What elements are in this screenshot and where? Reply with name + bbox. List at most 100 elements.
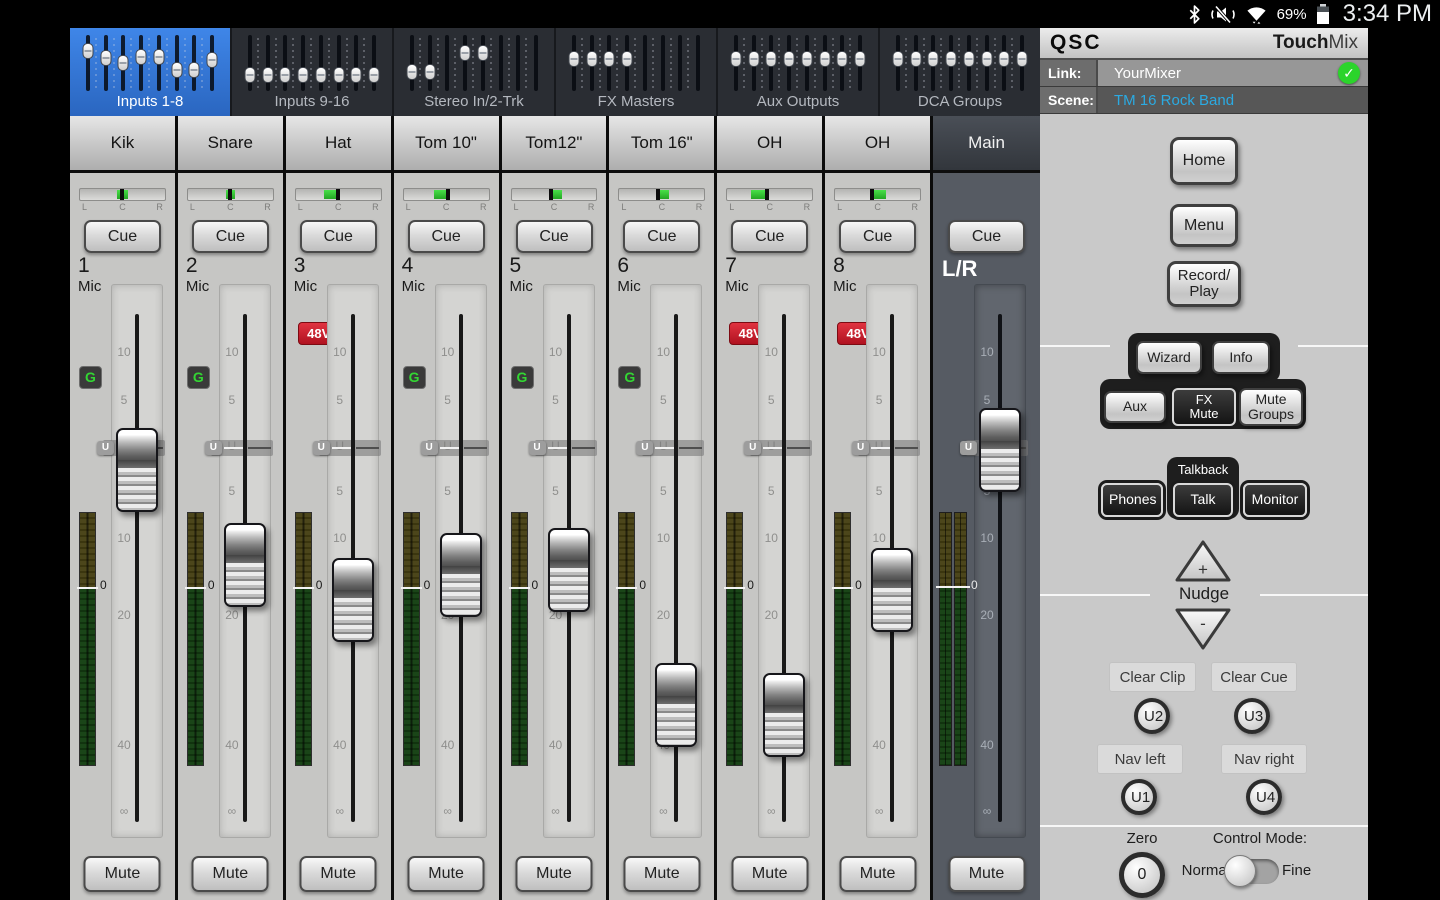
channel-select-button[interactable]: Kik [70, 116, 175, 173]
fader-scale-label: ∞ [653, 804, 673, 818]
channel-number: 7 [725, 254, 737, 278]
channel-strip: Snare L C R Cue 2 Mic G 105U5102040∞ U 0 [178, 116, 283, 900]
cue-button[interactable]: Cue [839, 220, 916, 253]
mute-button[interactable]: Mute [408, 856, 485, 892]
user-button-u1[interactable]: U1 [1121, 779, 1157, 815]
clear-clip-button[interactable]: Clear Clip [1109, 662, 1196, 692]
wizard-button[interactable]: Wizard [1136, 341, 1202, 374]
unity-marker: U [427, 440, 489, 456]
zero-button[interactable]: 0 [1119, 852, 1165, 898]
mute-button[interactable]: Mute [300, 856, 377, 892]
pan-label-center: C [335, 202, 342, 212]
mute-button[interactable]: Mute [84, 856, 161, 892]
pan-slider[interactable]: L C R [187, 188, 274, 218]
channel-select-button[interactable]: Tom 16" [609, 116, 714, 173]
user-button-u3[interactable]: U3 [1234, 698, 1270, 734]
mute-button[interactable]: Mute [515, 856, 592, 892]
meter-green-zone [835, 588, 850, 765]
pan-slider[interactable]: L C R [295, 188, 382, 218]
fx-mute-button[interactable]: FX Mute [1172, 388, 1236, 426]
meter-zero-label: 0 [971, 578, 978, 592]
fader-knob[interactable] [655, 663, 697, 747]
cue-button[interactable]: Cue [192, 220, 269, 253]
app-title-light: Mix [1328, 32, 1358, 53]
gain-badge: G [511, 366, 534, 389]
mute-button[interactable]: Mute [731, 856, 808, 892]
tab-inputs-9-16[interactable]: Inputs 9-16 [232, 28, 392, 116]
pan-slider[interactable]: L C R [79, 188, 166, 218]
tab-inputs-1-8[interactable]: Inputs 1-8 [70, 28, 230, 116]
record-play-button[interactable]: Record/ Play [1167, 261, 1241, 307]
nav-left-button[interactable]: Nav left [1097, 744, 1183, 774]
channel-strip: Tom 10" L C R Cue 4 Mic G 105U5102040∞ U [394, 116, 499, 900]
cue-button[interactable]: Cue [623, 220, 700, 253]
control-mode-toggle[interactable] [1231, 859, 1279, 884]
fader-scale-label: 40 [114, 738, 134, 752]
fader-knob[interactable] [871, 548, 913, 632]
channel-select-button[interactable]: Tom 10" [394, 116, 499, 173]
tab-stereo-in-2-trk[interactable]: Stereo In/2-Trk [394, 28, 554, 116]
mute-groups-button[interactable]: Mute Groups [1239, 388, 1303, 426]
pan-slider[interactable]: L C R [726, 188, 813, 218]
talk-button[interactable]: Talk [1173, 483, 1233, 517]
toggle-knob[interactable] [1224, 855, 1256, 887]
cue-button[interactable]: Cue [948, 220, 1025, 253]
channel-select-button[interactable]: Snare [178, 116, 283, 173]
fader-knob[interactable] [440, 533, 482, 617]
pan-labels: L C R [511, 201, 598, 212]
aux-button[interactable]: Aux [1104, 391, 1166, 423]
fader-knob[interactable] [224, 523, 266, 607]
channel-select-button[interactable]: Hat [286, 116, 391, 173]
mute-button[interactable]: Mute [839, 856, 916, 892]
mute-button[interactable]: Mute [192, 856, 269, 892]
cue-button[interactable]: Cue [300, 220, 377, 253]
unity-tab: U [97, 441, 114, 455]
channel-strip: Tom12" L C R Cue 5 Mic G 105U5102040∞ U … [502, 116, 607, 900]
pan-track [834, 188, 921, 201]
pan-slider[interactable]: L C R [403, 188, 490, 218]
cue-button[interactable]: Cue [84, 220, 161, 253]
fader-knob[interactable] [332, 558, 374, 642]
nav-right-button[interactable]: Nav right [1221, 744, 1307, 774]
pan-tick [765, 189, 769, 200]
nudge-up-button[interactable]: + [1173, 538, 1233, 584]
mute-button[interactable]: Mute [623, 856, 700, 892]
cue-button[interactable]: Cue [516, 220, 593, 253]
mute-button[interactable]: Mute [948, 856, 1025, 892]
channel-select-button[interactable]: Main [933, 116, 1040, 173]
meter-amber-zone [835, 513, 850, 588]
pan-slider[interactable]: L C R [511, 188, 598, 218]
pan-slider[interactable]: L C R [834, 188, 921, 218]
fader-scale-label: 5 [438, 484, 458, 498]
fader-knob[interactable] [548, 528, 590, 612]
tab-aux-outputs[interactable]: Aux Outputs [718, 28, 878, 116]
channel-select-button[interactable]: OH [825, 116, 930, 173]
pan-track [403, 188, 490, 201]
meter-left [939, 512, 952, 766]
phones-button[interactable]: Phones [1101, 483, 1163, 517]
clear-cue-button[interactable]: Clear Cue [1211, 662, 1297, 692]
info-button[interactable]: Info [1212, 341, 1270, 374]
user-button-u2[interactable]: U2 [1134, 698, 1170, 734]
channel-select-button[interactable]: Tom12" [502, 116, 607, 173]
home-button[interactable]: Home [1170, 137, 1238, 185]
fader-bank-tabs: Inputs 1-8Inputs 9-16Stereo In/2-TrkFX M… [70, 28, 1040, 116]
cue-button[interactable]: Cue [731, 220, 808, 253]
cue-button[interactable]: Cue [408, 220, 485, 253]
pan-track [726, 188, 813, 201]
scene-row[interactable]: Scene: TM 16 Rock Band [1040, 87, 1368, 114]
nudge-down-button[interactable]: - [1173, 606, 1233, 652]
pan-slider[interactable]: L C R [618, 188, 705, 218]
fader-scale-label: 10 [761, 345, 781, 359]
user-button-u4[interactable]: U4 [1246, 779, 1282, 815]
fader-knob[interactable] [979, 408, 1021, 492]
tab-fx-masters[interactable]: FX Masters [556, 28, 716, 116]
fader-knob[interactable] [116, 428, 158, 512]
fader-knob[interactable] [763, 673, 805, 757]
menu-button[interactable]: Menu [1170, 204, 1238, 247]
tab-dca-groups[interactable]: DCA Groups [880, 28, 1040, 116]
unity-tab: U [744, 441, 761, 455]
channel-number: 4 [402, 254, 414, 278]
monitor-button[interactable]: Monitor [1243, 483, 1307, 517]
channel-select-button[interactable]: OH [717, 116, 822, 173]
